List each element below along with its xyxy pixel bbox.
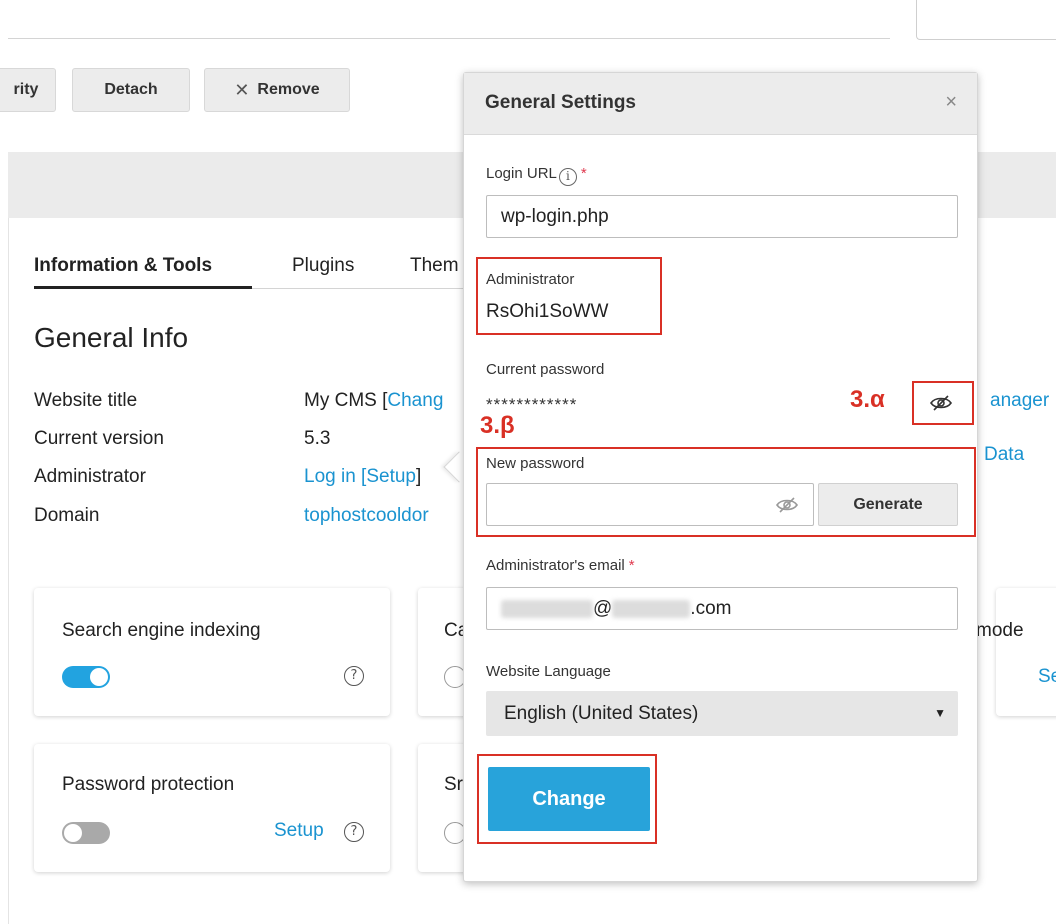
domain-label: Domain <box>34 505 100 526</box>
help-icon[interactable]: ? <box>344 822 364 842</box>
bracket-open: [ <box>355 466 367 487</box>
security-button[interactable]: rity <box>0 68 56 112</box>
login-url-label: Login URL i * <box>486 165 587 186</box>
highlight-eye-icon <box>912 381 974 425</box>
log-in-link[interactable]: Log in <box>304 466 356 487</box>
login-url-label-text: Login URL <box>486 165 557 182</box>
login-url-input[interactable]: wp-login.php <box>486 195 958 238</box>
dialog-title: General Settings <box>485 92 636 113</box>
tab-themes[interactable]: Them <box>410 255 459 277</box>
current-version-value: 5.3 <box>304 428 331 449</box>
close-x-icon: ✕ <box>234 79 250 100</box>
content-edge <box>8 218 9 924</box>
tab-information-tools[interactable]: Information & Tools <box>34 255 212 277</box>
email-domain-redacted <box>612 599 691 618</box>
password-protection-card: Password protection Setup ? <box>34 744 390 872</box>
highlight-new-password <box>476 447 976 537</box>
maintenance-settings-link[interactable]: Se <box>1038 666 1056 688</box>
annotation-beta: 3.β <box>480 412 515 439</box>
administrator-value: Log in [Setup] <box>304 466 421 488</box>
website-language-select[interactable]: English (United States) ▼ <box>486 691 958 736</box>
toggle-knob <box>90 668 108 686</box>
admin-email-label: Administrator's email * <box>486 557 635 574</box>
data-link[interactable]: Data <box>984 444 1024 466</box>
search-indexing-card: Search engine indexing ? <box>34 588 390 716</box>
admin-email-input[interactable]: @ .com <box>486 587 958 630</box>
chevron-down-icon: ▼ <box>934 706 946 720</box>
toggle-knob <box>64 824 82 842</box>
annotation-alpha: 3.α <box>850 386 885 413</box>
help-icon[interactable]: ? <box>344 666 364 686</box>
dialog-header: General Settings × <box>464 73 977 135</box>
website-title-text: My CMS [ <box>304 390 388 411</box>
website-language-label: Website Language <box>486 663 611 680</box>
change-title-link[interactable]: Chang <box>387 390 443 411</box>
admin-email-label-text: Administrator's email <box>486 557 625 574</box>
password-protection-title: Password protection <box>62 774 235 795</box>
bracket-close: ] <box>416 466 422 487</box>
general-info-heading: General Info <box>34 322 189 353</box>
info-icon[interactable]: i <box>558 168 577 186</box>
required-marker: * <box>580 165 587 182</box>
active-tab-indicator <box>34 286 252 289</box>
detach-button[interactable]: Detach <box>72 68 190 112</box>
remove-button[interactable]: ✕ Remove <box>204 68 350 112</box>
setup-link[interactable]: Setup <box>366 466 416 487</box>
current-version-label: Current version <box>34 428 164 449</box>
email-user-redacted <box>501 599 593 618</box>
highlight-administrator <box>476 257 662 335</box>
top-right-panel <box>916 0 1056 40</box>
login-url-value: wp-login.php <box>501 205 609 227</box>
detach-button-label: Detach <box>104 81 158 98</box>
email-suffix: .com <box>690 597 732 619</box>
current-password-label: Current password <box>486 361 605 378</box>
password-protection-toggle[interactable] <box>62 822 110 844</box>
email-at: @ <box>593 597 613 619</box>
website-title-value: My CMS [Chang <box>304 390 443 412</box>
maintenance-card: mode Se <box>976 588 1056 716</box>
smart-updates-card-title: Sr <box>444 774 463 795</box>
tab-plugins[interactable]: Plugins <box>292 255 354 277</box>
required-marker: * <box>628 557 635 574</box>
file-manager-link[interactable]: anager <box>990 390 1049 412</box>
administrator-label: Administrator <box>34 466 146 487</box>
search-indexing-title: Search engine indexing <box>62 620 261 641</box>
close-icon[interactable]: × <box>945 91 957 114</box>
maintenance-card-title: mode <box>976 620 1024 641</box>
security-button-label: rity <box>13 81 39 98</box>
domain-link[interactable]: tophostcooldor <box>304 505 429 527</box>
search-indexing-toggle[interactable] <box>62 666 110 688</box>
website-language-value: English (United States) <box>504 702 699 724</box>
top-divider <box>8 38 890 39</box>
remove-button-label: Remove <box>257 81 320 98</box>
website-title-label: Website title <box>34 390 138 411</box>
password-protection-setup-link[interactable]: Setup <box>274 820 324 842</box>
highlight-change-button <box>477 754 657 844</box>
